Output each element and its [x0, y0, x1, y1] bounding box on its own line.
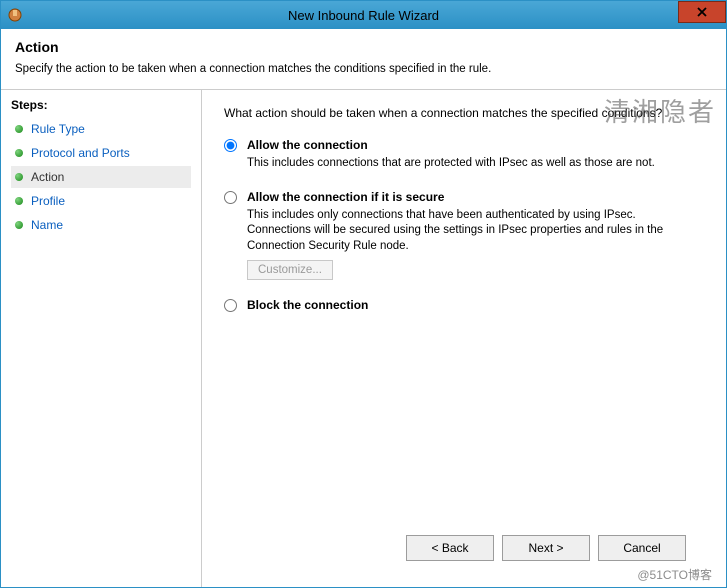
option-allow-row[interactable]: Allow the connection	[224, 138, 704, 152]
step-name[interactable]: Name	[11, 214, 191, 236]
step-link: Protocol and Ports	[31, 146, 130, 160]
radio-allow[interactable]	[224, 139, 237, 152]
option-allow-secure-label: Allow the connection if it is secure	[247, 190, 444, 204]
page-subtitle: Specify the action to be taken when a co…	[15, 63, 712, 75]
cancel-button[interactable]: Cancel	[598, 535, 686, 561]
step-link: Profile	[31, 194, 65, 208]
bullet-icon	[15, 125, 23, 133]
option-allow: Allow the connection This includes conne…	[224, 138, 704, 172]
titlebar: New Inbound Rule Wizard	[1, 1, 726, 29]
option-allow-secure-row[interactable]: Allow the connection if it is secure	[224, 190, 704, 204]
radio-allow-secure[interactable]	[224, 191, 237, 204]
close-icon	[697, 7, 707, 17]
steps-sidebar: Steps: Rule Type Protocol and Ports Acti…	[1, 90, 201, 587]
bullet-icon	[15, 221, 23, 229]
main-panel: 清湘隐者 What action should be taken when a …	[202, 90, 726, 587]
bullet-icon	[15, 149, 23, 157]
radio-block[interactable]	[224, 299, 237, 312]
step-link: Action	[31, 170, 64, 184]
page-header: Action Specify the action to be taken wh…	[1, 29, 726, 89]
option-block-label: Block the connection	[247, 298, 368, 312]
option-allow-label: Allow the connection	[247, 138, 368, 152]
step-profile[interactable]: Profile	[11, 190, 191, 212]
wizard-window: New Inbound Rule Wizard Action Specify t…	[0, 0, 727, 588]
option-block: Block the connection	[224, 298, 704, 312]
page-title: Action	[15, 39, 712, 55]
close-button[interactable]	[678, 1, 726, 23]
wizard-body: Steps: Rule Type Protocol and Ports Acti…	[1, 89, 726, 587]
step-action[interactable]: Action	[11, 166, 191, 188]
window-title: New Inbound Rule Wizard	[1, 8, 726, 23]
step-link: Name	[31, 218, 63, 232]
option-allow-desc: This includes connections that are prote…	[247, 156, 687, 172]
option-block-row[interactable]: Block the connection	[224, 298, 704, 312]
step-link: Rule Type	[31, 122, 85, 136]
back-button[interactable]: < Back	[406, 535, 494, 561]
step-protocol-ports[interactable]: Protocol and Ports	[11, 142, 191, 164]
step-rule-type[interactable]: Rule Type	[11, 118, 191, 140]
steps-heading: Steps:	[11, 98, 191, 112]
bullet-icon	[15, 197, 23, 205]
option-allow-secure: Allow the connection if it is secure Thi…	[224, 190, 704, 281]
action-prompt: What action should be taken when a conne…	[224, 106, 704, 120]
option-allow-secure-desc: This includes only connections that have…	[247, 208, 687, 255]
next-button[interactable]: Next >	[502, 535, 590, 561]
wizard-footer: < Back Next > Cancel	[224, 525, 704, 577]
bullet-icon	[15, 173, 23, 181]
customize-button: Customize...	[247, 260, 333, 280]
